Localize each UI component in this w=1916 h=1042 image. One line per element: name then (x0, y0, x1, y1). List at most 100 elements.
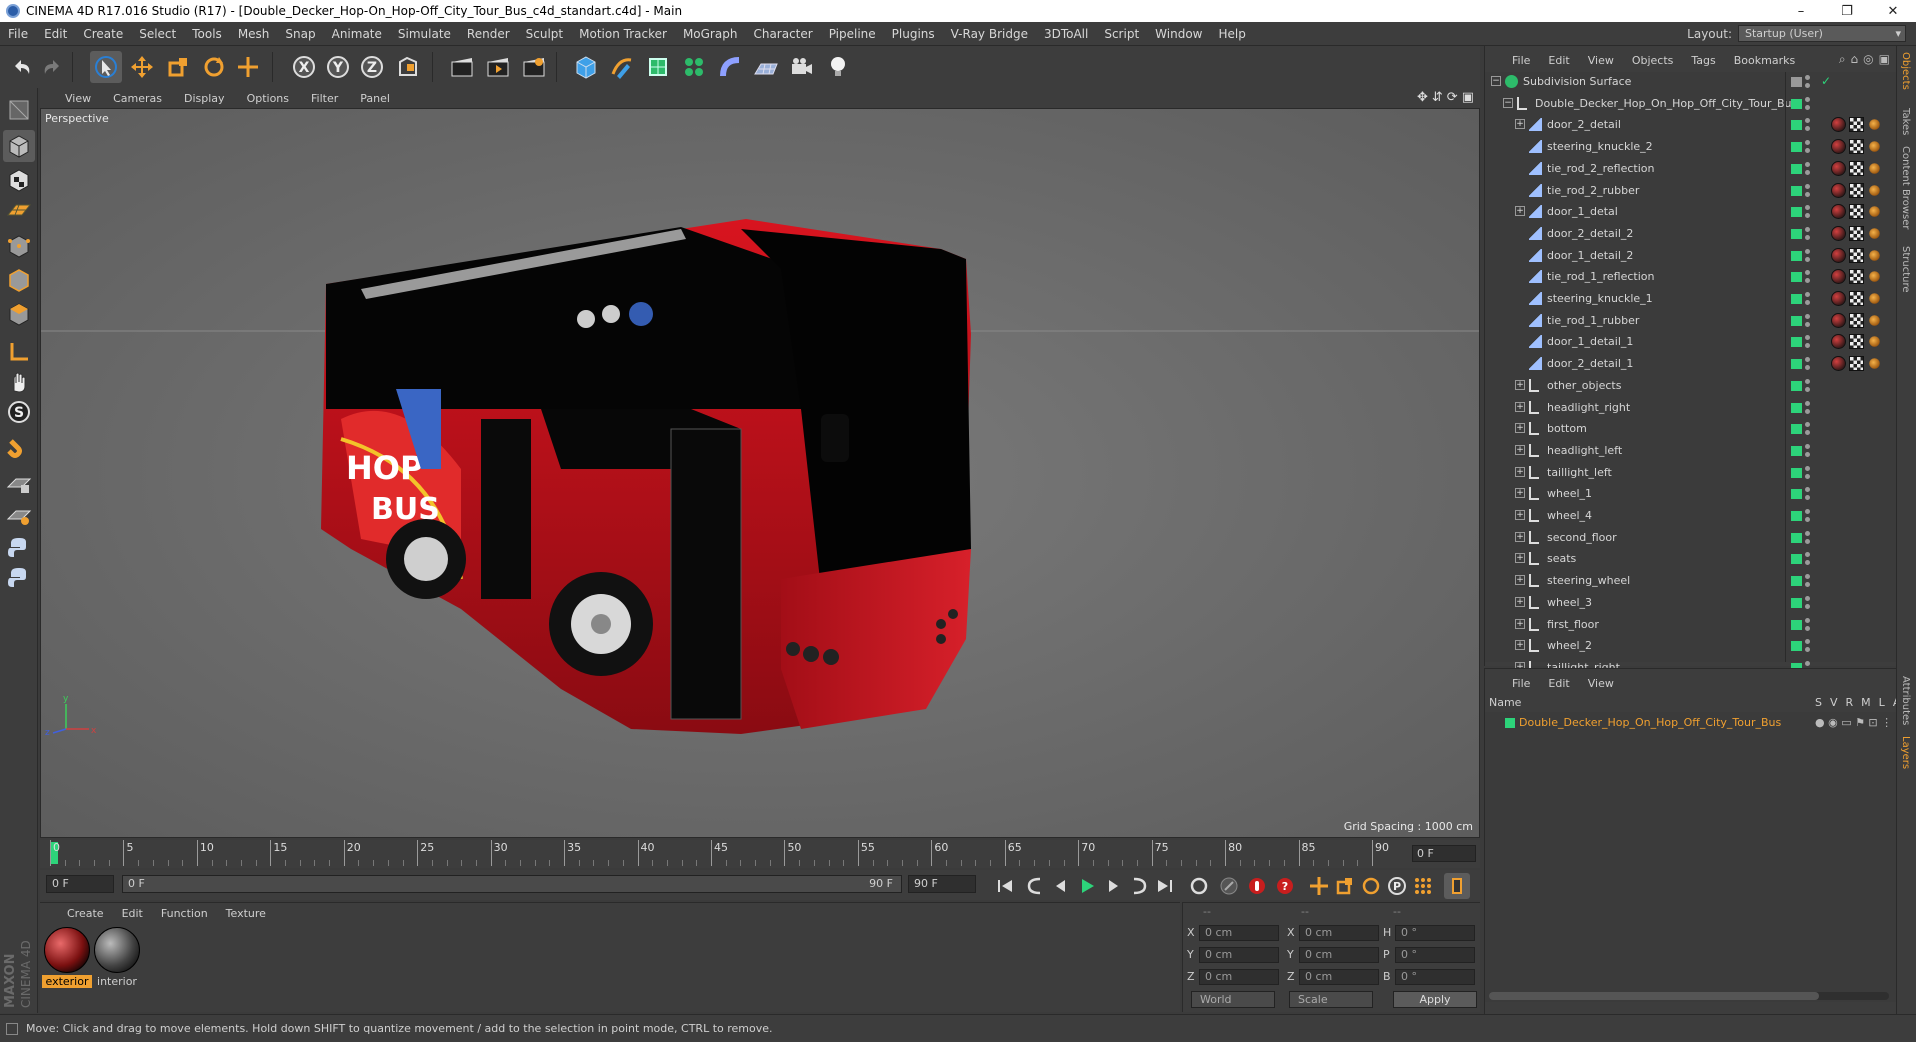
expand-toggle[interactable]: + (1515, 596, 1525, 607)
viewport-camera-label[interactable]: Perspective (45, 112, 109, 125)
layer-color-chip[interactable] (1791, 207, 1802, 218)
next-key-button[interactable] (1126, 873, 1152, 899)
menu-sculpt[interactable]: Sculpt (518, 27, 571, 41)
dolly-icon[interactable]: ⇵ (1432, 90, 1443, 105)
material-tag-icon[interactable] (1831, 225, 1846, 241)
visibility-dots-icon[interactable] (1805, 96, 1811, 112)
visibility-dots-icon[interactable] (1805, 443, 1811, 459)
apply-button[interactable]: Apply (1393, 991, 1477, 1008)
expand-toggle[interactable]: + (1515, 423, 1525, 434)
layer-color-chip[interactable] (1791, 228, 1802, 239)
object-row[interactable]: tie_rod_2_rubber (1485, 181, 1897, 201)
material-tag-icon[interactable] (1831, 356, 1846, 372)
key-scale-button[interactable] (1332, 873, 1358, 899)
object-row[interactable]: + other_objects (1485, 376, 1897, 396)
menu-pipeline[interactable]: Pipeline (821, 27, 884, 41)
key-rotation-button[interactable] (1358, 873, 1384, 899)
coord-value-field[interactable]: 0 ° (1395, 947, 1475, 963)
layer-color-chip[interactable] (1791, 77, 1802, 87)
object-row[interactable]: + taillight_left (1485, 463, 1897, 483)
phong-tag-icon[interactable] (1869, 228, 1880, 239)
object-row[interactable]: + first_floor (1485, 615, 1897, 635)
menu-simulate[interactable]: Simulate (390, 27, 459, 41)
orbit-icon[interactable]: ⟳ (1447, 90, 1458, 105)
object-name[interactable]: door_1_detail_2 (1547, 249, 1633, 262)
phong-tag-icon[interactable] (1869, 184, 1880, 196)
menu-plugins[interactable]: Plugins (884, 27, 943, 41)
y-axis-lock-button[interactable]: Y (322, 51, 354, 83)
visibility-dots-icon[interactable] (1805, 313, 1811, 329)
object-list[interactable]: − Subdivision Surface ✓ − Double_Decker_Hop_… (1485, 72, 1897, 674)
object-name[interactable]: tie_rod_1_rubber (1547, 314, 1639, 327)
expand-toggle[interactable]: + (1515, 401, 1525, 412)
object-name[interactable]: wheel_1 (1547, 487, 1592, 500)
visibility-dots-icon[interactable] (1805, 139, 1811, 155)
go-to-start-button[interactable] (992, 873, 1018, 899)
material-menu-create[interactable]: Create (58, 907, 113, 920)
coord-value-field[interactable]: 0 cm (1299, 947, 1379, 963)
object-row[interactable]: door_2_detail_2 (1485, 224, 1897, 244)
tweak-mode-button[interactable] (3, 366, 35, 398)
layer-color-chip[interactable] (1791, 619, 1802, 630)
object-name[interactable]: tie_rod_2_reflection (1547, 162, 1655, 175)
coord-value-field[interactable]: 0 cm (1199, 969, 1279, 985)
expand-toggle[interactable]: + (1515, 575, 1525, 586)
phong-tag-icon[interactable] (1869, 249, 1880, 261)
record-button[interactable] (1244, 873, 1270, 899)
layer-color-chip[interactable] (1791, 98, 1802, 109)
menu-script[interactable]: Script (1096, 27, 1147, 41)
material-tag-icon[interactable] (1831, 160, 1846, 176)
tab-content-browser[interactable]: Content Browser (1900, 146, 1911, 229)
layer-flag-r[interactable]: R (1846, 696, 1854, 709)
phong-tag-icon[interactable] (1869, 271, 1880, 283)
make-editable-button[interactable] (3, 94, 35, 126)
render-to-picture-viewer-button[interactable] (482, 51, 514, 83)
material-tag-icon[interactable] (1831, 182, 1846, 198)
horizontal-scrollbar[interactable] (1489, 992, 1889, 1000)
timeline[interactable]: 0 5 10 15 20 25 30 35 40 45 50 55 60 65 70 75 80 85 90 0 F (40, 840, 1480, 868)
menu-motion-tracker[interactable]: Motion Tracker (571, 27, 675, 41)
visibility-dots-icon[interactable] (1805, 595, 1811, 611)
layer-color-chip[interactable] (1791, 120, 1802, 131)
material-menu-function[interactable]: Function (152, 907, 217, 920)
menu-character[interactable]: Character (745, 27, 820, 41)
object-row[interactable]: + wheel_2 (1485, 636, 1897, 656)
visibility-dots-icon[interactable] (1805, 74, 1811, 90)
perspective-viewport[interactable]: HOP BUS y x z Perspective Grid Spacing :… (40, 108, 1480, 838)
phong-tag-icon[interactable] (1869, 336, 1880, 348)
viewport-menu-options[interactable]: Options (236, 92, 300, 105)
visibility-dots-icon[interactable] (1805, 508, 1811, 524)
timeline-window-button[interactable] (1444, 873, 1470, 899)
object-name[interactable]: first_floor (1547, 618, 1599, 631)
workplane-snap-button[interactable] (3, 500, 35, 532)
material-exterior[interactable]: exterior (42, 927, 92, 989)
expand-toggle[interactable]: + (1515, 553, 1525, 564)
visibility-dots-icon[interactable] (1805, 269, 1811, 285)
layer-color-chip[interactable] (1791, 445, 1802, 456)
material-tag-icon[interactable] (1831, 334, 1846, 350)
menu-help[interactable]: Help (1210, 27, 1253, 41)
viewport-menu-view[interactable]: View (54, 92, 102, 105)
end-frame-field[interactable]: 90 F (908, 875, 976, 893)
add-mograph-button[interactable] (678, 51, 710, 83)
expand-toggle[interactable]: + (1515, 488, 1525, 499)
points-mode-button[interactable] (3, 230, 35, 262)
render-settings-button[interactable] (518, 51, 550, 83)
layer-color-chip[interactable] (1791, 532, 1802, 543)
phong-tag-icon[interactable] (1869, 314, 1880, 326)
coord-value-field[interactable]: 0 ° (1395, 969, 1475, 985)
expand-toggle[interactable]: − (1491, 76, 1501, 86)
texture-tag-icon[interactable] (1849, 356, 1864, 372)
workplane-mode-button[interactable] (3, 194, 35, 226)
visibility-dots-icon[interactable] (1805, 573, 1811, 589)
object-row[interactable]: tie_rod_2_reflection (1485, 159, 1897, 179)
material-tag-icon[interactable] (1831, 139, 1846, 155)
object-name[interactable]: headlight_right (1547, 401, 1630, 414)
layer-flag-icons[interactable]: ● ◉ ▭ ⚑ ⊡ ⋮ (1815, 716, 1892, 729)
object-row[interactable]: + wheel_3 (1485, 593, 1897, 613)
object-row[interactable]: + wheel_1 (1485, 484, 1897, 504)
menu-animate[interactable]: Animate (324, 27, 390, 41)
coord-value-field[interactable]: 0 cm (1199, 947, 1279, 963)
object-row[interactable]: tie_rod_1_rubber (1485, 311, 1897, 331)
layer-color-chip[interactable] (1791, 250, 1802, 261)
